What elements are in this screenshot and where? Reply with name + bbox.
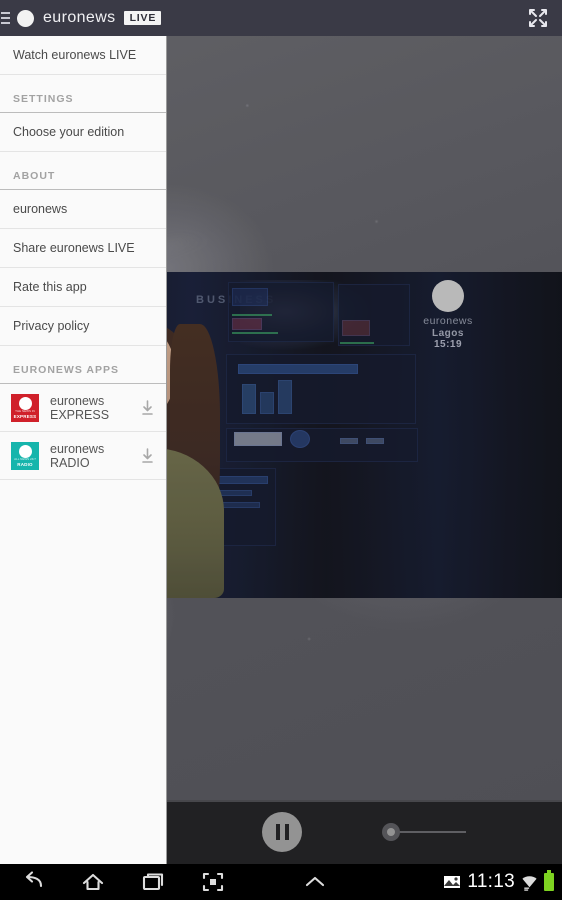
slider-track [392,831,466,833]
app-name: euronews EXPRESS [50,394,140,422]
image-icon [444,876,461,888]
drawer-item-watch-live[interactable]: Watch euronews LIVE [0,36,166,75]
section-title: SETTINGS [13,93,74,105]
icon-subtext: THE NEWS IN [15,408,35,413]
drawer-section-about: ABOUT [0,152,166,190]
home-icon[interactable] [66,864,120,900]
drawer-item-label: Share euronews LIVE [13,241,135,255]
hamburger-icon[interactable] [0,0,10,36]
drawer-section-apps: EURONEWS APPS [0,346,166,384]
drawer-item-label: Privacy policy [13,319,90,333]
status-clock: 11:13 [467,871,515,892]
download-icon[interactable] [140,399,155,416]
euronews-radio-icon: ALL NEWS 24/7 RADIO [11,441,39,470]
app-header: euronews LIVE [0,0,562,36]
live-badge: LIVE [123,10,162,26]
euronews-express-icon: THE NEWS IN EXPRESS [11,393,39,422]
icon-tag: RADIO [17,461,33,467]
app-name-line1: euronews RADIO [50,441,105,470]
android-navbar: 11:13 [0,864,562,900]
app-row-euronews-radio[interactable]: ALL NEWS 24/7 RADIO euronews RADIO [0,432,166,480]
drawer-item-rate-app[interactable]: Rate this app [0,268,166,307]
status-area: 11:13 [443,864,554,900]
app-row-euronews-express[interactable]: THE NEWS IN EXPRESS euronews EXPRESS [0,384,166,432]
download-icon[interactable] [140,447,155,464]
drawer-item-privacy-policy[interactable]: Privacy policy [0,307,166,346]
euronews-logo-icon [17,9,34,27]
pause-icon [284,824,289,840]
drawer-item-label: Watch euronews LIVE [13,48,137,62]
section-title: EURONEWS APPS [13,364,119,376]
back-icon[interactable] [6,864,60,900]
pause-button[interactable] [262,812,302,852]
section-title: ABOUT [13,170,56,182]
drawer-section-settings: SETTINGS [0,75,166,113]
app-name: euronews RADIO [50,442,140,470]
slider-thumb[interactable] [382,823,400,841]
drawer-item-share[interactable]: Share euronews LIVE [0,229,166,268]
wifi-icon [522,875,537,891]
pause-icon [275,824,280,840]
drawer-item-choose-edition[interactable]: Choose your edition [0,113,166,152]
player-slider[interactable] [382,823,466,841]
battery-icon [544,870,554,891]
app-name-line2: EXPRESS [50,407,110,422]
fullscreen-expand-icon[interactable] [527,7,549,29]
navigation-drawer: Watch euronews LIVE SETTINGS Choose your… [0,36,167,864]
icon-tag: EXPRESS [13,413,37,419]
screenshot-icon[interactable] [186,864,240,900]
icon-dot [18,396,32,410]
app-root: BUSINESS [0,0,562,900]
drawer-item-label: euronews [13,202,68,216]
icon-dot [18,444,32,458]
recent-apps-icon[interactable] [126,864,180,900]
icon-subtext: ALL NEWS 24/7 [14,456,36,461]
chevron-up-icon[interactable] [288,864,342,900]
drawer-item-euronews[interactable]: euronews [0,190,166,229]
drawer-item-label: Rate this app [13,280,87,294]
app-name-line1: euronews [50,393,105,408]
drawer-item-label: Choose your edition [13,125,125,139]
app-title: euronews [43,9,116,26]
